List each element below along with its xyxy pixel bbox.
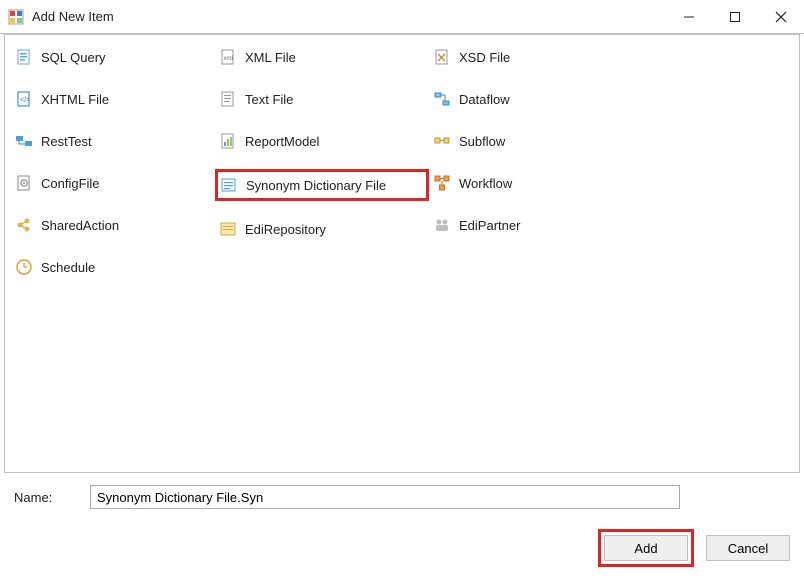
app-icon xyxy=(8,9,24,25)
item-subflow[interactable]: Subflow xyxy=(429,127,629,155)
sql-icon xyxy=(15,48,33,66)
item-label: Schedule xyxy=(41,260,95,275)
footer-panel: Name: Add Cancel xyxy=(0,473,804,583)
item-list-panel: SQL Query </> XHTML File RestTest Config… xyxy=(4,34,800,473)
item-label: Dataflow xyxy=(459,92,510,107)
item-column-2: xml XML File Text File ReportModel Synon… xyxy=(215,43,429,281)
edi-repo-icon xyxy=(219,220,237,238)
item-label: XML File xyxy=(245,50,296,65)
item-label: ConfigFile xyxy=(41,176,100,191)
config-icon xyxy=(15,174,33,192)
item-label: XHTML File xyxy=(41,92,109,107)
cancel-button[interactable]: Cancel xyxy=(706,535,790,561)
item-edi-partner[interactable]: EdiPartner xyxy=(429,211,629,239)
item-rest-test[interactable]: RestTest xyxy=(11,127,215,155)
add-button[interactable]: Add xyxy=(604,535,688,561)
name-label: Name: xyxy=(14,490,74,505)
item-workflow[interactable]: Workflow xyxy=(429,169,629,197)
item-label: RestTest xyxy=(41,134,92,149)
item-synonym-dictionary-file[interactable]: Synonym Dictionary File xyxy=(215,169,429,201)
item-label: Text File xyxy=(245,92,293,107)
subflow-icon xyxy=(433,132,451,150)
workflow-icon xyxy=(433,174,451,192)
item-label: SQL Query xyxy=(41,50,106,65)
xml-icon: xml xyxy=(219,48,237,66)
maximize-button[interactable] xyxy=(712,0,758,34)
edi-partner-icon xyxy=(433,216,451,234)
item-sql-query[interactable]: SQL Query xyxy=(11,43,215,71)
item-label: Subflow xyxy=(459,134,505,149)
item-column-1: SQL Query </> XHTML File RestTest Config… xyxy=(11,43,215,281)
item-xml-file[interactable]: xml XML File xyxy=(215,43,429,71)
text-icon xyxy=(219,90,237,108)
svg-text:xml: xml xyxy=(224,56,233,62)
close-button[interactable] xyxy=(758,0,804,34)
item-schedule[interactable]: Schedule xyxy=(11,253,215,281)
item-label: XSD File xyxy=(459,50,510,65)
button-row: Add Cancel xyxy=(598,529,790,567)
titlebar: Add New Item xyxy=(0,0,804,34)
schedule-icon xyxy=(15,258,33,276)
svg-text:</>: </> xyxy=(20,97,30,104)
dataflow-icon xyxy=(433,90,451,108)
add-button-highlight: Add xyxy=(598,529,694,567)
item-label: ReportModel xyxy=(245,134,319,149)
item-config-file[interactable]: ConfigFile xyxy=(11,169,215,197)
synonym-icon xyxy=(220,176,238,194)
xsd-icon xyxy=(433,48,451,66)
xhtml-icon: </> xyxy=(15,90,33,108)
rest-icon xyxy=(15,132,33,150)
item-text-file[interactable]: Text File xyxy=(215,85,429,113)
name-row: Name: xyxy=(14,485,790,509)
item-label: EdiPartner xyxy=(459,218,520,233)
item-label: SharedAction xyxy=(41,218,119,233)
item-column-3: XSD File Dataflow Subflow Workflow EdiPa… xyxy=(429,43,629,281)
item-xhtml-file[interactable]: </> XHTML File xyxy=(11,85,215,113)
item-report-model[interactable]: ReportModel xyxy=(215,127,429,155)
item-shared-action[interactable]: SharedAction xyxy=(11,211,215,239)
name-input[interactable] xyxy=(90,485,680,509)
item-edi-repository[interactable]: EdiRepository xyxy=(215,215,429,243)
minimize-button[interactable] xyxy=(666,0,712,34)
item-label: Synonym Dictionary File xyxy=(246,178,386,193)
item-label: Workflow xyxy=(459,176,512,191)
window-title: Add New Item xyxy=(32,9,114,24)
item-xsd-file[interactable]: XSD File xyxy=(429,43,629,71)
shared-action-icon xyxy=(15,216,33,234)
report-icon xyxy=(219,132,237,150)
item-dataflow[interactable]: Dataflow xyxy=(429,85,629,113)
item-label: EdiRepository xyxy=(245,222,326,237)
